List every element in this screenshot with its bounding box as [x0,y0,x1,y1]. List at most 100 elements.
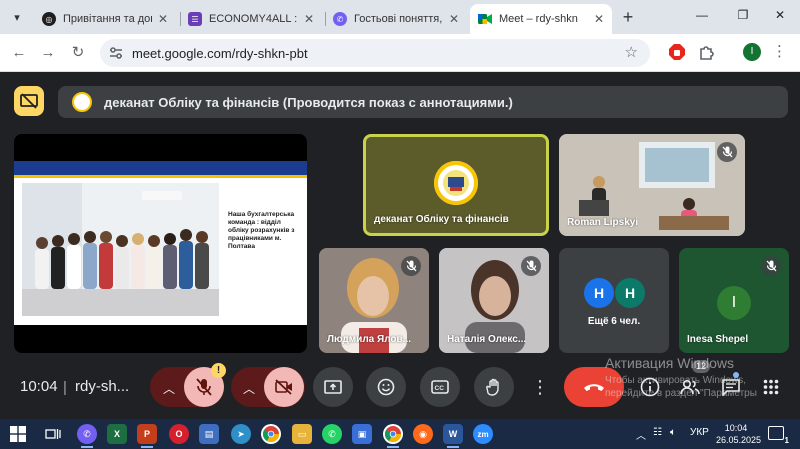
windows-taskbar: ✆ X P O ▤ ➤ ▭ ✆ ▣ ◉ W zm ︿ ☷ 🔈︎ УКР 10:0… [0,419,800,449]
clock-divider: | [63,379,67,396]
video-options-button[interactable]: ︿ [243,380,255,397]
participant-name: Roman Lipskyi [567,217,639,228]
reactions-button[interactable] [366,367,406,407]
team-photo [22,183,219,316]
photos-app-icon[interactable]: ▣ [352,424,372,444]
minimize-window-button[interactable]: — [692,8,712,26]
mic-off-icon [766,260,776,272]
more-participants-label: Ещё 6 чел. [587,316,641,327]
reload-button[interactable]: ↻ [67,42,89,64]
running-indicator [81,446,93,448]
muted-indicator [761,256,781,276]
windows-activation-hint-2: перейдите в раздел "Параметры [605,388,757,399]
volume-icon[interactable]: 🔈︎ [670,427,676,438]
viber-favicon-icon: ✆ [333,12,347,26]
mic-off-icon [196,378,212,396]
telegram-app-icon[interactable]: ➤ [231,424,251,444]
chrome-menu-icon[interactable]: ⋮ [772,42,787,60]
running-indicator [141,446,153,448]
forward-button[interactable]: → [37,42,59,64]
closed-captions-icon: CC [431,380,449,394]
audio-options-button[interactable]: ︿ [163,380,175,397]
keyboard-language[interactable]: УКР [690,427,709,438]
leave-call-button[interactable] [564,367,624,407]
meet-favicon-icon [478,12,492,26]
opera-app-icon[interactable]: O [169,424,189,444]
notifications-button[interactable]: 1 [768,426,789,445]
show-hidden-icons-button[interactable]: ︿ [636,427,646,442]
address-bar[interactable]: meet.google.com/rdy-shkn-pbt ☆ [100,39,650,67]
more-vert-icon: ⋮ [531,376,549,397]
firefox-app-icon[interactable]: ◉ [413,424,433,444]
running-indicator [447,446,459,448]
browser-tab-3[interactable]: ✆ Гостьові поняття, зу ✕ [325,4,467,34]
task-view-button[interactable] [43,424,63,444]
windows-activation-title: Активация Windows [605,355,735,371]
excel-app-icon[interactable]: X [107,424,127,444]
back-button[interactable]: ← [8,42,30,64]
svg-text:CC: CC [435,385,445,392]
tab-search-button[interactable]: ▾ [6,6,28,28]
chrome-app-icon[interactable] [261,424,281,444]
presentation-banner: деканат Обліку та фінансів (Проводится п… [58,86,788,118]
browser-tab-strip: ▾ ◎ Привітання та допо ✕ ☰ ECONOMY4ALL :… [0,0,800,34]
toggle-camera-button[interactable] [264,367,304,407]
url-text: meet.google.com/rdy-shkn-pbt [132,46,308,61]
close-tab-icon[interactable]: ✕ [449,12,459,26]
participant-tile-dekanat[interactable]: деканат Обліку та фінансів [363,134,549,236]
viber-app-icon[interactable]: ✆ [77,424,97,444]
close-tab-icon[interactable]: ✕ [158,12,168,26]
participant-tile-inesa[interactable]: I Inesa Shepel [679,248,789,353]
captions-button[interactable]: CC [420,367,460,407]
network-icon[interactable]: ☷ [653,427,662,438]
raise-hand-button[interactable] [474,367,514,407]
adblock-extension-icon[interactable] [668,43,686,61]
mic-off-icon [722,146,732,158]
network-app-icon[interactable]: ▤ [199,424,219,444]
word-app-icon[interactable]: W [443,424,463,444]
taskbar-date: 26.05.2025 [716,435,762,445]
university-logo [72,92,92,112]
browser-tab-2[interactable]: ☰ ECONOMY4ALL : Фор ✕ [180,4,322,34]
start-button[interactable] [8,424,28,444]
more-options-button[interactable]: ⋮ [522,367,558,407]
close-tab-icon[interactable]: ✕ [594,12,604,26]
restore-window-button[interactable]: ❐ [733,8,753,26]
notification-count: 1 [784,436,789,445]
file-explorer-icon[interactable]: ▭ [292,424,312,444]
running-indicator [387,446,399,448]
chrome-active-app-icon[interactable] [383,424,403,444]
participant-tile-nataliia[interactable]: Наталія Олекс... [439,248,549,353]
browser-toolbar: ← → ↻ meet.google.com/rdy-shkn-pbt ☆ I ⋮ [0,34,800,72]
slide-page: Наша бухгалтерська команда : відділ облі… [14,161,307,325]
participant-name: Inesa Shepel [687,334,749,345]
presentation-banner-text: деканат Обліку та фінансів (Проводится п… [104,95,513,110]
arrow-right-icon: → [40,44,56,61]
participant-tile-roman[interactable]: Roman Lipskyi [559,134,745,236]
profile-avatar[interactable]: I [743,43,761,61]
activities-button[interactable] [760,376,782,398]
new-tab-button[interactable]: + [618,8,638,28]
meeting-code[interactable]: rdy-sh... [75,378,129,395]
extensions-puzzle-icon[interactable] [698,43,716,61]
powerpoint-app-icon[interactable]: P [137,424,157,444]
close-tab-icon[interactable]: ✕ [304,12,314,26]
present-screen-icon [324,380,342,394]
shared-screen[interactable]: Наша бухгалтерська команда : відділ облі… [14,134,307,353]
more-participants-tile[interactable]: Н Н Ещё 6 чел. [559,248,669,353]
whatsapp-app-icon[interactable]: ✆ [322,424,342,444]
present-now-button[interactable] [313,367,353,407]
zoom-app-icon[interactable]: zm [473,424,493,444]
chevron-down-icon: ▾ [14,11,20,24]
participant-tile-liudmyla[interactable]: Людмила Ялов... [319,248,429,353]
muted-indicator [401,256,421,276]
stop-presentation-button[interactable] [14,86,44,116]
taskbar-clock[interactable]: 10:04 26.05.2025 [716,422,762,446]
forms-favicon-icon: ☰ [188,12,202,26]
hand-icon [486,378,499,396]
bookmark-star-icon[interactable]: ☆ [625,43,638,61]
browser-tab-1[interactable]: ◎ Привітання та допо ✕ [34,4,176,34]
close-window-button[interactable]: ✕ [770,8,790,26]
site-settings-icon[interactable] [108,45,124,61]
browser-tab-4-active[interactable]: Meet – rdy-shkn ✕ [470,4,612,34]
